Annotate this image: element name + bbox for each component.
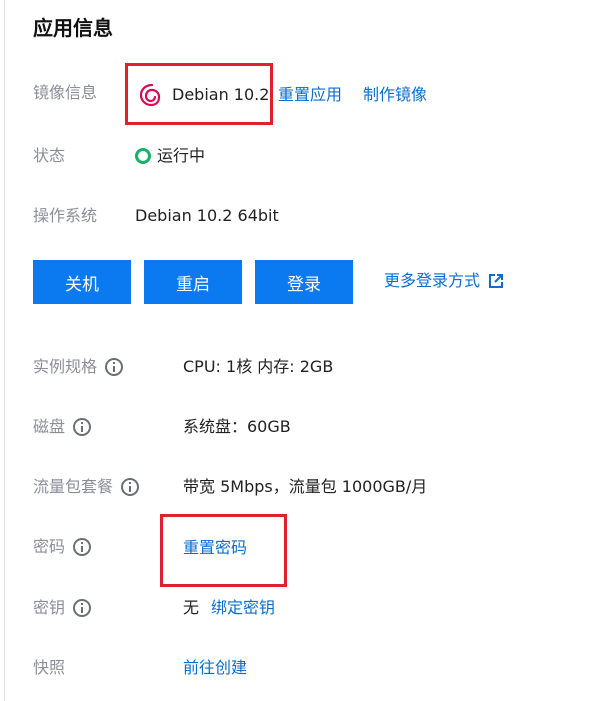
spec-label: 实例规格 xyxy=(33,356,124,378)
restart-button[interactable]: 重启 xyxy=(144,260,242,304)
key-label: 密钥 xyxy=(33,597,92,619)
bind-key-link[interactable]: 绑定密钥 xyxy=(211,597,275,619)
disk-value: 系统盘：60GB xyxy=(183,417,291,436)
info-icon[interactable] xyxy=(121,478,140,496)
shutdown-button[interactable]: 关机 xyxy=(33,260,131,304)
traffic-label: 流量包套餐 xyxy=(33,476,140,498)
create-snapshot-link[interactable]: 前往创建 xyxy=(183,657,247,679)
external-link-icon xyxy=(488,273,504,289)
status-text: 运行中 xyxy=(157,146,206,165)
left-border xyxy=(4,0,5,701)
traffic-value: 带宽 5Mbps，流量包 1000GB/月 xyxy=(183,477,428,496)
more-login-text: 更多登录方式 xyxy=(384,271,481,290)
key-none-text: 无 xyxy=(183,598,200,617)
key-label-text: 密钥 xyxy=(33,598,66,617)
disk-label-text: 磁盘 xyxy=(33,417,66,436)
reset-app-link[interactable]: 重置应用 xyxy=(278,84,342,106)
highlight-box-password xyxy=(160,514,287,587)
key-value: 无 绑定密钥 xyxy=(183,597,275,619)
traffic-label-text: 流量包套餐 xyxy=(33,477,114,496)
os-label: 操作系统 xyxy=(33,206,98,225)
password-label: 密码 xyxy=(33,536,92,558)
highlight-box-image xyxy=(125,63,273,125)
more-login-link[interactable]: 更多登录方式 xyxy=(384,270,504,292)
login-button[interactable]: 登录 xyxy=(255,260,353,304)
spec-value: CPU: 1核 内存: 2GB xyxy=(183,357,334,376)
password-label-text: 密码 xyxy=(33,537,66,556)
make-image-link[interactable]: 制作镜像 xyxy=(363,84,427,106)
spec-label-text: 实例规格 xyxy=(33,357,98,376)
section-title: 应用信息 xyxy=(33,16,113,40)
info-icon[interactable] xyxy=(73,418,92,436)
info-icon[interactable] xyxy=(73,599,92,617)
image-info-label: 镜像信息 xyxy=(33,83,98,102)
snapshot-label: 快照 xyxy=(33,658,66,677)
os-value: Debian 10.2 64bit xyxy=(135,206,279,225)
status-label: 状态 xyxy=(33,146,66,165)
status-value: 运行中 xyxy=(135,145,205,167)
status-running-icon xyxy=(135,148,151,164)
info-icon[interactable] xyxy=(105,358,124,376)
disk-label: 磁盘 xyxy=(33,416,92,438)
info-icon[interactable] xyxy=(73,538,92,556)
